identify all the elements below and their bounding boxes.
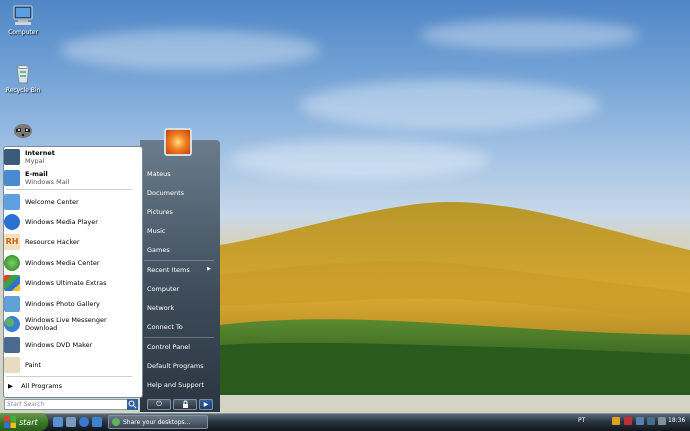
right-item-computer[interactable]: Computer bbox=[147, 285, 179, 293]
right-item-documents[interactable]: Documents bbox=[147, 189, 184, 197]
start-button[interactable]: start bbox=[0, 413, 48, 431]
submenu-arrow-icon: ▶ bbox=[207, 266, 211, 272]
shutdown-options-button[interactable]: ▶ bbox=[199, 399, 213, 410]
recent-item-resource-hacker[interactable]: RH Resource Hacker bbox=[4, 232, 134, 251]
recent-item-label: Resource Hacker bbox=[25, 237, 80, 246]
show-desktop-icon[interactable] bbox=[53, 417, 63, 427]
recent-item-messenger-download[interactable]: Windows Live Messenger Download bbox=[4, 314, 134, 333]
right-item-games[interactable]: Games bbox=[147, 246, 170, 254]
recent-item-dvd-maker[interactable]: Windows DVD Maker bbox=[4, 335, 134, 354]
all-programs-label: All Programs bbox=[21, 382, 63, 390]
right-item-control-panel[interactable]: Control Panel bbox=[147, 343, 190, 351]
paint-icon bbox=[4, 356, 20, 373]
start-menu-right-pane bbox=[140, 140, 220, 412]
separator bbox=[6, 189, 132, 190]
search-icon[interactable] bbox=[127, 399, 138, 410]
app-icon bbox=[112, 418, 120, 426]
right-item-recent-items[interactable]: Recent Items bbox=[147, 266, 190, 274]
mypal-icon bbox=[4, 148, 20, 165]
separator bbox=[144, 337, 214, 338]
desktop-icon-label: Computer bbox=[8, 29, 38, 36]
start-label: start bbox=[19, 417, 38, 427]
recent-item-label: Windows Media Center bbox=[25, 258, 100, 267]
recent-item-label: Windows DVD Maker bbox=[25, 340, 93, 349]
language-indicator[interactable]: PT bbox=[578, 417, 585, 424]
pinned-item-title: E-mail bbox=[25, 169, 48, 178]
landscape-image bbox=[220, 201, 690, 395]
desktop-icon-recycle-bin[interactable]: Recycle Bin bbox=[0, 62, 46, 94]
lock-button[interactable] bbox=[173, 399, 197, 410]
taskbar-item-label: Share your desktops... bbox=[123, 418, 191, 426]
volume-icon[interactable] bbox=[658, 417, 666, 425]
media-player-icon bbox=[4, 213, 20, 230]
raccoon-icon bbox=[14, 124, 32, 138]
pinned-item-email[interactable]: E-mail Windows Mail bbox=[4, 168, 134, 187]
mail-quicklaunch-icon[interactable] bbox=[92, 417, 102, 427]
taskbar bbox=[0, 413, 690, 431]
power-icon: ⏻ bbox=[156, 400, 162, 408]
start-search-input[interactable]: Start Search bbox=[4, 399, 138, 410]
user-picture[interactable] bbox=[164, 128, 192, 156]
pinned-item-subtitle: Mypal bbox=[25, 156, 45, 165]
recent-item-media-center[interactable]: Windows Media Center bbox=[4, 253, 134, 272]
recent-item-label: Windows Live Messenger Download bbox=[25, 315, 107, 332]
recent-item-media-player[interactable]: Windows Media Player bbox=[4, 212, 134, 231]
computer-icon bbox=[13, 5, 33, 25]
recent-item-welcome-center[interactable]: Welcome Center bbox=[4, 192, 134, 211]
switch-windows-icon[interactable] bbox=[66, 417, 76, 427]
recent-item-paint[interactable]: Paint bbox=[4, 355, 134, 374]
right-item-default-programs[interactable]: Default Programs bbox=[147, 362, 204, 370]
right-item-music[interactable]: Music bbox=[147, 227, 166, 235]
ultimate-extras-icon bbox=[4, 274, 20, 291]
pinned-item-title: Internet bbox=[25, 148, 55, 157]
right-item-network[interactable]: Network bbox=[147, 304, 174, 312]
lock-icon bbox=[183, 400, 188, 408]
network-icon[interactable] bbox=[636, 417, 644, 425]
pinned-item-internet[interactable]: Internet Mypal bbox=[4, 147, 134, 166]
shield-icon[interactable] bbox=[612, 417, 620, 425]
recycle-bin-icon bbox=[16, 65, 30, 84]
media-center-icon bbox=[4, 254, 20, 271]
welcome-center-icon bbox=[4, 193, 20, 210]
arrow-right-icon: ▶ bbox=[203, 401, 209, 408]
windows-logo-icon bbox=[4, 416, 16, 428]
dvd-maker-icon bbox=[4, 336, 20, 353]
recent-item-ultimate-extras[interactable]: Windows Ultimate Extras bbox=[4, 273, 134, 292]
power-button[interactable]: ⏻ bbox=[147, 399, 171, 410]
right-item-connect-to[interactable]: Connect To bbox=[147, 323, 183, 331]
all-programs-button[interactable]: ▶ All Programs bbox=[8, 382, 62, 390]
right-item-help-support[interactable]: Help and Support bbox=[147, 381, 204, 389]
separator bbox=[6, 376, 132, 377]
security-icon[interactable] bbox=[624, 417, 632, 425]
desktop-icon-computer[interactable]: Computer bbox=[0, 4, 46, 36]
cloud bbox=[300, 80, 600, 130]
messenger-icon bbox=[4, 315, 20, 332]
photo-gallery-icon bbox=[4, 295, 20, 312]
right-item-user[interactable]: Mateus bbox=[147, 170, 171, 178]
browser-icon[interactable] bbox=[79, 417, 89, 427]
recent-item-label: Welcome Center bbox=[25, 197, 79, 206]
recent-item-label: Windows Media Player bbox=[25, 217, 98, 226]
clock[interactable]: 18:36 bbox=[668, 417, 685, 424]
resource-hacker-icon: RH bbox=[4, 233, 20, 250]
recent-item-photo-gallery[interactable]: Windows Photo Gallery bbox=[4, 294, 134, 313]
mail-icon bbox=[4, 169, 20, 186]
recent-item-label: Windows Ultimate Extras bbox=[25, 278, 107, 287]
display-icon[interactable] bbox=[647, 417, 655, 425]
recent-item-label: Windows Photo Gallery bbox=[25, 299, 100, 308]
cloud bbox=[420, 20, 640, 50]
desktop-icon-label: Recycle Bin bbox=[5, 87, 41, 94]
cloud bbox=[60, 30, 320, 70]
separator bbox=[144, 260, 214, 261]
right-item-pictures[interactable]: Pictures bbox=[147, 208, 173, 216]
cloud bbox=[230, 140, 490, 180]
taskbar-item-share-desktops[interactable]: Share your desktops... bbox=[108, 415, 208, 429]
pinned-item-subtitle: Windows Mail bbox=[25, 177, 70, 186]
arrow-right-icon: ▶ bbox=[8, 382, 13, 390]
recent-item-label: Paint bbox=[25, 360, 42, 369]
